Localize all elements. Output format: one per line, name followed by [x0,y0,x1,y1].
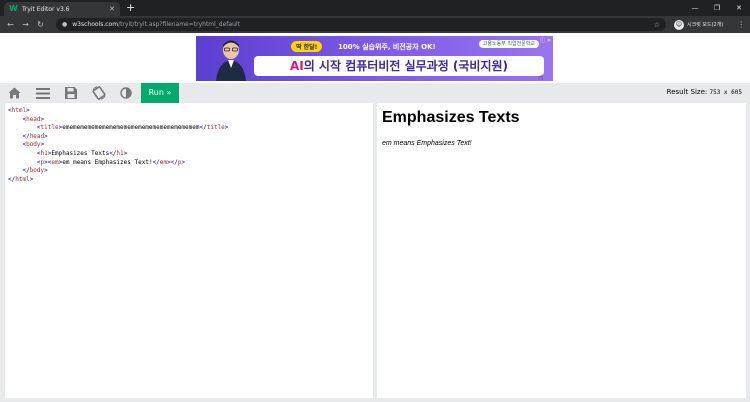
menu-icon[interactable] [35,86,51,100]
code-line: <p><em>em means Emphasizes Text!</em></p… [36,158,186,166]
result-frame: Emphasizes Texts em means Emphasizes Tex… [377,103,746,398]
code-line: <html> [8,107,30,114]
window-controls: — ❐ ✕ [684,0,750,16]
browser-tab[interactable]: W Tryit Editor v3.6 ✕ [4,2,120,16]
ad-person-image [216,40,246,81]
result-size-value: 753 x 605 [709,89,742,96]
forward-arrow-icon[interactable]: → [18,20,33,29]
code-line: <h1>Emphasizes Texts</h1> [36,149,128,157]
close-window-icon[interactable]: ✕ [728,0,750,16]
code-line: </html> [8,175,34,183]
home-icon[interactable] [6,86,22,100]
url-path: /tryit/tryit.asp?filename=tryhtml_defaul… [118,21,240,28]
profile-button[interactable]: ☺ 시크릿 모드(2개) [674,19,724,30]
new-tab-button[interactable]: + [126,2,135,14]
code-p-text: em means Emphasizes Text! [62,158,153,166]
ad-banner[interactable]: 딱 한달! 100% 실습위주, 비전공자 OK! 고용노동부 직업전문학교 ⓘ… [196,36,553,81]
tab-close-icon[interactable]: ✕ [109,5,115,13]
result-size: Result Size: 753 x 605 [667,88,742,96]
reload-icon[interactable]: ↻ [33,20,48,29]
bookmark-star-icon[interactable]: ☆ [654,21,660,29]
tab-title: Tryit Editor v3.6 [22,5,70,13]
editor-toolbar: Run » Result Size: 753 x 605 [0,83,750,103]
lock-icon: ● [62,21,68,28]
code-line: </body> [22,167,48,175]
w3schools-favicon-icon: W [9,4,18,13]
code-title-text: ememememememememememememememememememem [62,124,200,132]
incognito-avatar-icon: ☺ [674,19,684,30]
kebab-menu-icon[interactable]: ⋮ [737,20,745,29]
back-arrow-icon[interactable]: ← [3,20,18,29]
ad-headline: AI의 시작 컴퓨터비전 실무과정 (국비지원) [254,56,544,76]
code-line: <body> [22,141,45,149]
ad-area: 딱 한달! 100% 실습위주, 비전공자 OK! 고용노동부 직업전문학교 ⓘ… [0,33,750,83]
code-editor[interactable]: <html> <head> <title>emememememememememe… [5,103,373,398]
dark-mode-icon[interactable] [118,86,134,100]
ad-headline-rest: 의 시작 컴퓨터비전 실무과정 (국비지원) [303,59,509,73]
save-icon[interactable] [63,86,79,100]
ad-tag: 딱 한달! [291,41,323,52]
address-bar: ← → ↻ ● w3schools.com /tryit/tryit.asp?f… [0,16,750,33]
code-line: <title>ememememememememememememememememe… [36,124,229,132]
code-line: <head> [22,115,45,123]
ad-choices-icon[interactable]: ⓘ ✕ [540,37,551,44]
ad-top-text: 100% 실습위주, 비전공자 OK! [338,43,436,51]
minimize-icon[interactable]: — [684,0,706,16]
browser-titlebar: W Tryit Editor v3.6 ✕ + — ❐ ✕ [0,0,750,16]
result-paragraph: em means Emphasizes Text! [382,140,472,147]
run-button[interactable]: Run » [141,83,179,103]
code-h1-text: Emphasizes Texts [51,149,110,157]
ad-brand: 고용노동부 직업전문학교 [478,40,539,48]
result-heading: Emphasizes Texts [382,109,520,126]
code-line: </head> [22,132,48,140]
ad-headline-ai: AI [289,59,304,73]
result-size-label: Result Size: [666,88,708,96]
restore-icon[interactable]: ❐ [706,0,728,16]
page: 딱 한달! 100% 실습위주, 비전공자 OK! 고용노동부 직업전문학교 ⓘ… [0,33,750,402]
profile-label: 시크릿 모드(2개) [687,22,724,28]
url-input[interactable]: ● w3schools.com /tryit/tryit.asp?filenam… [56,18,666,31]
rotate-layout-icon[interactable] [91,86,107,100]
hand-cursor-icon: ☝ [538,73,544,83]
url-host: w3schools.com [72,21,119,28]
